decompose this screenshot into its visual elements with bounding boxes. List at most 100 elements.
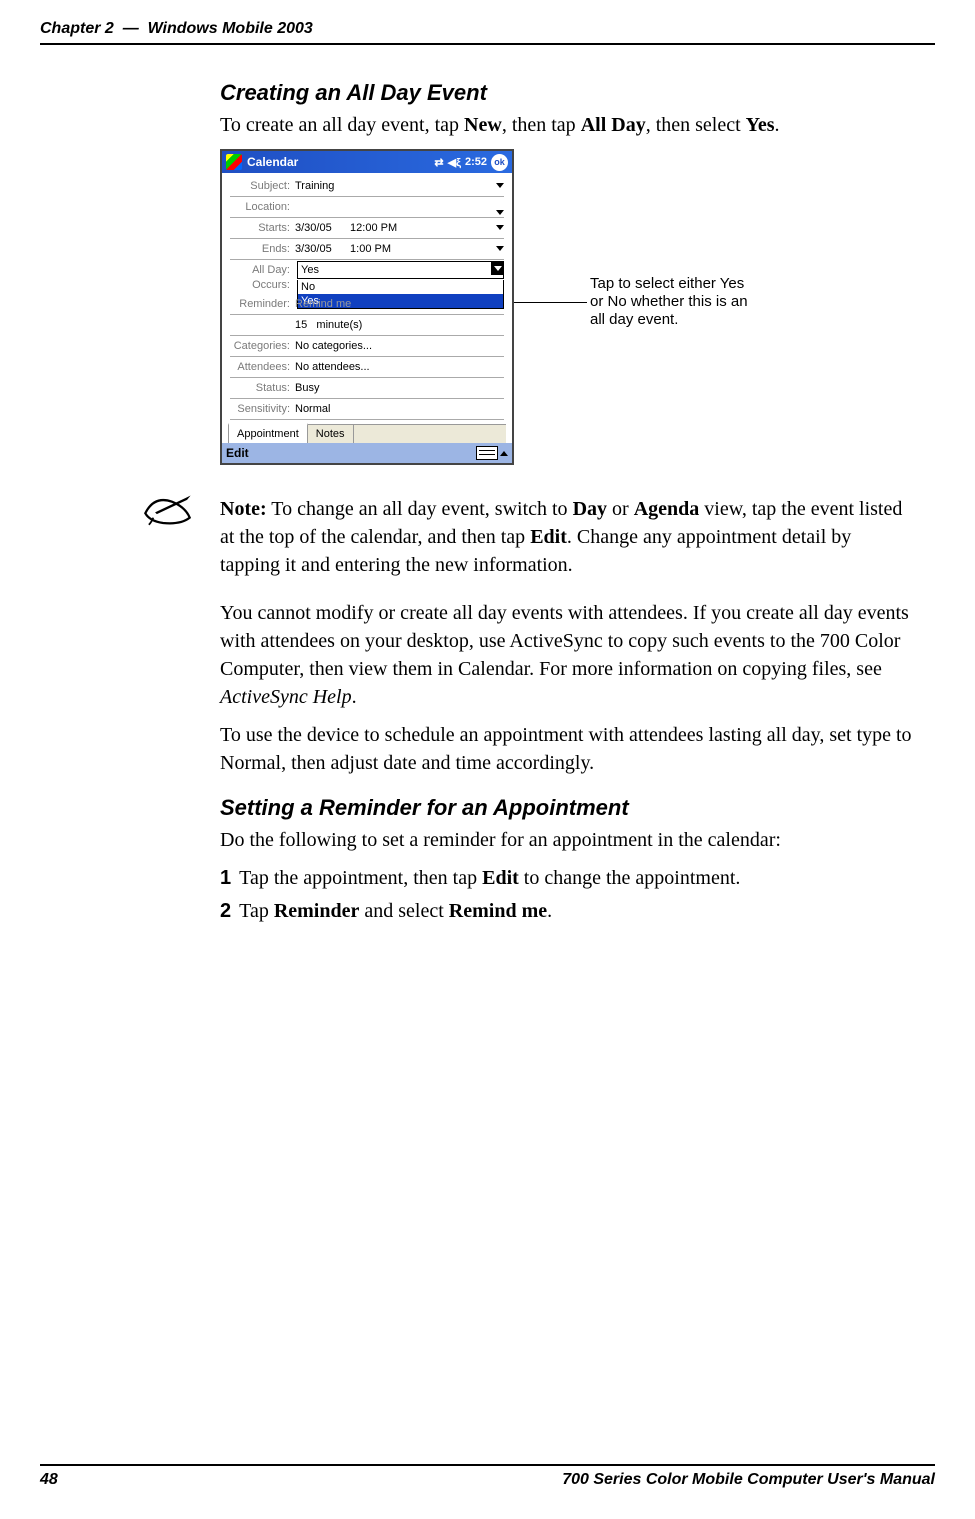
chevron-down-icon[interactable]	[496, 225, 504, 230]
subject-text: Training	[295, 180, 334, 192]
row-location: Location:	[228, 198, 506, 216]
intro-text-2: , then tap	[502, 114, 581, 136]
app-title: Calendar	[247, 155, 434, 169]
manual-title: 700 Series Color Mobile Computer User's …	[562, 1471, 935, 1489]
value-categories[interactable]: No categories...	[295, 340, 506, 352]
row-reminder-label: Reminder: Remind me	[228, 295, 506, 313]
value-status[interactable]: Busy	[295, 382, 506, 394]
step-2: 2Tap Reminder and select Remind me.	[220, 897, 915, 925]
volume-icon[interactable]: ◀ξ	[448, 156, 461, 169]
reminder-interval[interactable]: 15 minute(s)	[295, 319, 506, 331]
divider	[230, 397, 504, 399]
row-reminder-qty: 15 minute(s)	[228, 316, 506, 334]
ends-time: 1:00 PM	[350, 243, 391, 255]
note-block: Note: To change an all day event, switch…	[220, 495, 915, 579]
intro-bold-yes: Yes	[746, 114, 775, 136]
divider	[230, 237, 504, 239]
intro-paragraph: To create an all day event, tap New, the…	[220, 111, 915, 139]
note-t1: To change an all day event, switch to	[267, 498, 573, 520]
reminder-qty: 15	[295, 319, 307, 331]
label-categories: Categories:	[228, 340, 295, 352]
tab-notes[interactable]: Notes	[308, 425, 354, 443]
ends-date: 3/30/05	[295, 243, 332, 255]
page-number: 48	[40, 1471, 58, 1489]
para2-a: You cannot modify or create all day even…	[220, 602, 909, 680]
label-reminder: Reminder:	[228, 298, 295, 310]
step1-a: Tap the appointment, then tap	[239, 867, 482, 889]
label-ends: Ends:	[228, 243, 295, 255]
allday-selected: Yes	[301, 264, 319, 276]
step-number: 2	[220, 900, 231, 922]
step2-d: Remind me	[449, 900, 547, 922]
keyboard-toggle[interactable]	[476, 446, 508, 460]
para2-b: .	[352, 686, 357, 708]
row-sensitivity: Sensitivity: Normal	[228, 400, 506, 418]
value-ends[interactable]: 3/30/05 1:00 PM	[295, 243, 506, 255]
label-attendees: Attendees:	[228, 361, 295, 373]
divider	[230, 195, 504, 197]
step2-a: Tap	[239, 900, 274, 922]
reminder-intro: Do the following to set a reminder for a…	[220, 826, 915, 854]
note-prefix: Note:	[220, 498, 267, 520]
status-icons: ⇄ ◀ξ 2:52 ok	[434, 154, 508, 171]
divider	[230, 334, 504, 336]
reminder-unit: minute(s)	[316, 319, 362, 331]
dropdown-button[interactable]	[491, 261, 504, 275]
tab-appointment[interactable]: Appointment	[228, 423, 308, 443]
divider	[230, 418, 504, 420]
header-rule	[40, 43, 935, 45]
chapter-number: Chapter 2	[40, 20, 114, 37]
step1-c: to change the appointment.	[519, 867, 741, 889]
clock-text: 2:52	[465, 156, 487, 168]
starts-time: 12:00 PM	[350, 222, 397, 234]
intro-text: To create an all day event, tap	[220, 114, 464, 136]
keyboard-icon	[476, 446, 498, 460]
value-attendees[interactable]: No attendees...	[295, 361, 506, 373]
chevron-down-icon[interactable]	[496, 246, 504, 251]
label-sensitivity: Sensitivity:	[228, 403, 295, 415]
wm-titlebar: Calendar ⇄ ◀ξ 2:52 ok	[222, 151, 512, 173]
row-starts: Starts: 3/30/05 12:00 PM	[228, 219, 506, 237]
section-title-reminder: Setting a Reminder for an Appointment	[220, 795, 915, 821]
value-subject[interactable]: Training	[295, 180, 506, 192]
section-title-creating: Creating an All Day Event	[220, 80, 915, 106]
start-icon[interactable]	[226, 154, 242, 170]
row-attendees: Attendees: No attendees...	[228, 358, 506, 376]
allday-option-no[interactable]: No	[298, 280, 503, 294]
starts-date: 3/30/05	[295, 222, 332, 234]
divider	[230, 313, 504, 315]
callout-text: Tap to select either Yes or No whether t…	[590, 275, 750, 329]
edit-menu[interactable]: Edit	[226, 446, 249, 460]
step2-b: Reminder	[274, 900, 360, 922]
note-paragraph: Note: To change an all day event, switch…	[220, 495, 915, 579]
chevron-down-icon[interactable]	[496, 210, 504, 215]
divider	[230, 355, 504, 357]
page-footer: 48 700 Series Color Mobile Computer User…	[40, 1464, 935, 1489]
chevron-down-icon[interactable]	[496, 183, 504, 188]
value-allday-wrapper: Yes	[295, 260, 506, 280]
value-sensitivity[interactable]: Normal	[295, 403, 506, 415]
note-b3: Edit	[530, 526, 567, 548]
content-area: Creating an All Day Event To create an a…	[220, 80, 915, 930]
footer-rule	[40, 1464, 935, 1466]
note-b1: Day	[573, 498, 607, 520]
chevron-up-icon	[500, 451, 508, 456]
value-reminder[interactable]: Remind me	[295, 298, 506, 310]
value-starts[interactable]: 3/30/05 12:00 PM	[295, 222, 506, 234]
divider	[230, 216, 504, 218]
note-t2: or	[607, 498, 634, 520]
wm-form: Subject: Training Location: Starts: 3/30…	[222, 173, 512, 443]
note-icon	[140, 491, 195, 536]
intro-text-3: , then select	[646, 114, 746, 136]
row-allday: All Day: Yes	[228, 261, 506, 279]
connectivity-icon[interactable]: ⇄	[434, 156, 443, 169]
allday-dropdown[interactable]: Yes	[297, 261, 504, 279]
chapter-title: Windows Mobile 2003	[148, 20, 313, 37]
ok-button[interactable]: ok	[491, 154, 508, 171]
wm-tabs: Appointment Notes	[228, 424, 506, 443]
intro-text-end: .	[775, 114, 780, 136]
para-normal-type: To use the device to schedule an appoint…	[220, 721, 915, 777]
para2-italic: ActiveSync Help	[220, 686, 352, 708]
note-b2: Agenda	[634, 498, 700, 520]
header-dash: —	[123, 20, 139, 37]
